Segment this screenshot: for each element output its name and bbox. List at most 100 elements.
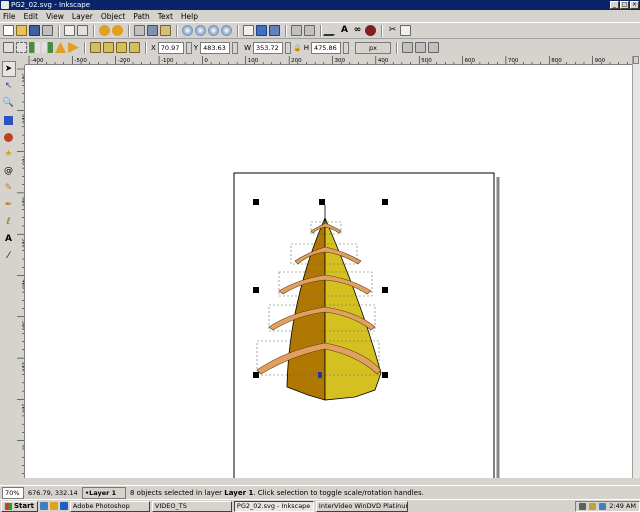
menu-layer[interactable]: Layer [72,12,93,21]
lower-to-bottom-icon[interactable] [129,42,140,53]
scale-corners-icon[interactable] [414,42,426,53]
flip-horizontal-icon[interactable] [55,42,66,53]
unlink-clone-icon[interactable] [269,25,280,36]
star-tool-icon[interactable]: ★ [2,146,16,162]
maximize-button[interactable]: □ [620,1,629,9]
lock-icon[interactable]: 🔒 [293,44,302,52]
rotate-cw-icon[interactable] [42,42,53,53]
raise-icon[interactable] [103,42,114,53]
calligraphy-tool-icon[interactable]: ℓ [2,214,16,230]
toolbar-separator [176,24,177,37]
new-document-icon[interactable] [3,25,14,36]
tray-network-icon[interactable] [579,502,587,510]
menu-path[interactable]: Path [133,12,149,21]
export-icon[interactable] [77,25,88,36]
transform-gradient-icon[interactable] [427,42,439,53]
select-all-layers-icon[interactable] [16,42,27,53]
selector-tool-icon[interactable]: ➤ [1,61,16,77]
ruler-label: 100 [248,58,259,64]
text-tool-icon[interactable]: A [2,231,16,247]
open-folder-icon[interactable] [16,25,27,36]
menu-help[interactable]: Help [181,12,198,21]
scroll-up-arrow[interactable] [633,56,639,64]
zoom-drawing-icon[interactable] [195,25,206,36]
w-field[interactable]: 353.72 [253,41,283,54]
save-icon[interactable] [29,25,40,36]
ruler-label: 400 [378,58,389,64]
lower-icon[interactable] [116,42,127,53]
ellipse-tool-icon[interactable] [2,129,16,145]
tray-app-icon[interactable] [599,502,607,510]
scale-stroke-icon[interactable] [401,42,413,53]
inkscape-app-icon [1,1,9,9]
quicklaunch-ie-icon[interactable] [59,502,68,510]
center-handle[interactable] [318,372,322,378]
task-photoshop[interactable]: Adobe Photoshop [69,500,150,512]
flip-vertical-icon[interactable] [68,42,79,53]
xml-editor-icon[interactable]: ∞ [352,25,363,36]
quicklaunch-explorer-icon[interactable] [49,502,58,510]
w-spinner[interactable] [285,41,291,54]
pencil-tool-icon[interactable]: ✎ [2,180,16,196]
menu-file[interactable]: File [3,12,16,21]
redo-icon[interactable] [112,25,123,36]
ruler-label: -400 [31,58,44,64]
menu-bar: File Edit View Layer Object Path Text He… [0,10,640,22]
import-icon[interactable] [64,25,75,36]
paste-icon[interactable] [160,25,171,36]
clone-icon[interactable] [256,25,267,36]
toolbar-separator [145,41,146,54]
preferences-icon[interactable]: ✂ [387,25,398,36]
close-button[interactable]: × [630,1,639,9]
menu-object[interactable]: Object [101,12,125,21]
raise-to-top-icon[interactable] [90,42,101,53]
menu-text[interactable]: Text [158,12,173,21]
zoom-tool-icon[interactable]: 🔍 [2,95,16,111]
menu-view[interactable]: View [46,12,64,21]
tray-volume-icon[interactable] [589,502,597,510]
fill-stroke-icon[interactable] [322,25,341,36]
select-all-icon[interactable] [3,42,14,53]
group-icon[interactable] [291,25,302,36]
dropper-tool-icon[interactable]: ⁄ [2,248,16,264]
y-field[interactable]: 483.63 [200,41,231,54]
menu-edit[interactable]: Edit [24,12,39,21]
print-icon[interactable] [42,25,53,36]
drawing-canvas[interactable] [25,65,632,478]
node-tool-icon[interactable]: ↖ [2,78,16,94]
zoom-field[interactable]: 70% [2,486,24,499]
copy-icon[interactable] [134,25,145,36]
cut-icon[interactable] [147,25,158,36]
rotate-ccw-icon[interactable] [29,42,40,53]
task-video-ts[interactable]: VIDEO_TS [151,500,232,512]
layer-select[interactable]: •Layer 1 [82,486,126,499]
task-inkscape[interactable]: PG2_02.svg - Inkscape [233,500,314,512]
minimize-button[interactable]: _ [610,1,619,9]
vertical-scrollbar[interactable] [632,56,640,478]
zoom-page-icon[interactable] [208,25,219,36]
h-field[interactable]: 475.86 [310,41,341,54]
rectangle-tool-icon[interactable] [2,112,16,128]
y-spinner[interactable] [232,41,239,54]
text-font-icon[interactable]: A [339,25,350,36]
x-spinner[interactable] [185,41,192,54]
start-button[interactable]: Start [1,500,38,512]
ungroup-icon[interactable] [304,25,315,36]
ruler-label: -500 [74,58,87,64]
undo-icon[interactable] [99,25,110,36]
align-distribute-icon[interactable] [365,25,376,36]
zoom-width-icon[interactable] [221,25,232,36]
quicklaunch-desktop-icon[interactable] [39,502,48,510]
unit-select[interactable]: px [354,41,391,54]
status-message: 8 objects selected in layer Layer 1. Cli… [130,488,424,497]
zoom-selection-icon[interactable] [182,25,193,36]
pen-tool-icon[interactable]: ✒ [2,197,16,213]
spiral-tool-icon[interactable]: @ [2,163,16,179]
tool-controls-bar: X 70.97 Y 483.63 W 353.72 🔒 H 475.86 px [0,39,640,56]
h-spinner[interactable] [342,41,349,54]
task-windvd[interactable]: InterVideo WinDVD Platinum [315,500,408,512]
x-label: X [151,43,156,52]
x-field[interactable]: 70.97 [157,41,184,54]
document-properties-icon[interactable] [400,25,411,36]
duplicate-icon[interactable] [243,25,254,36]
